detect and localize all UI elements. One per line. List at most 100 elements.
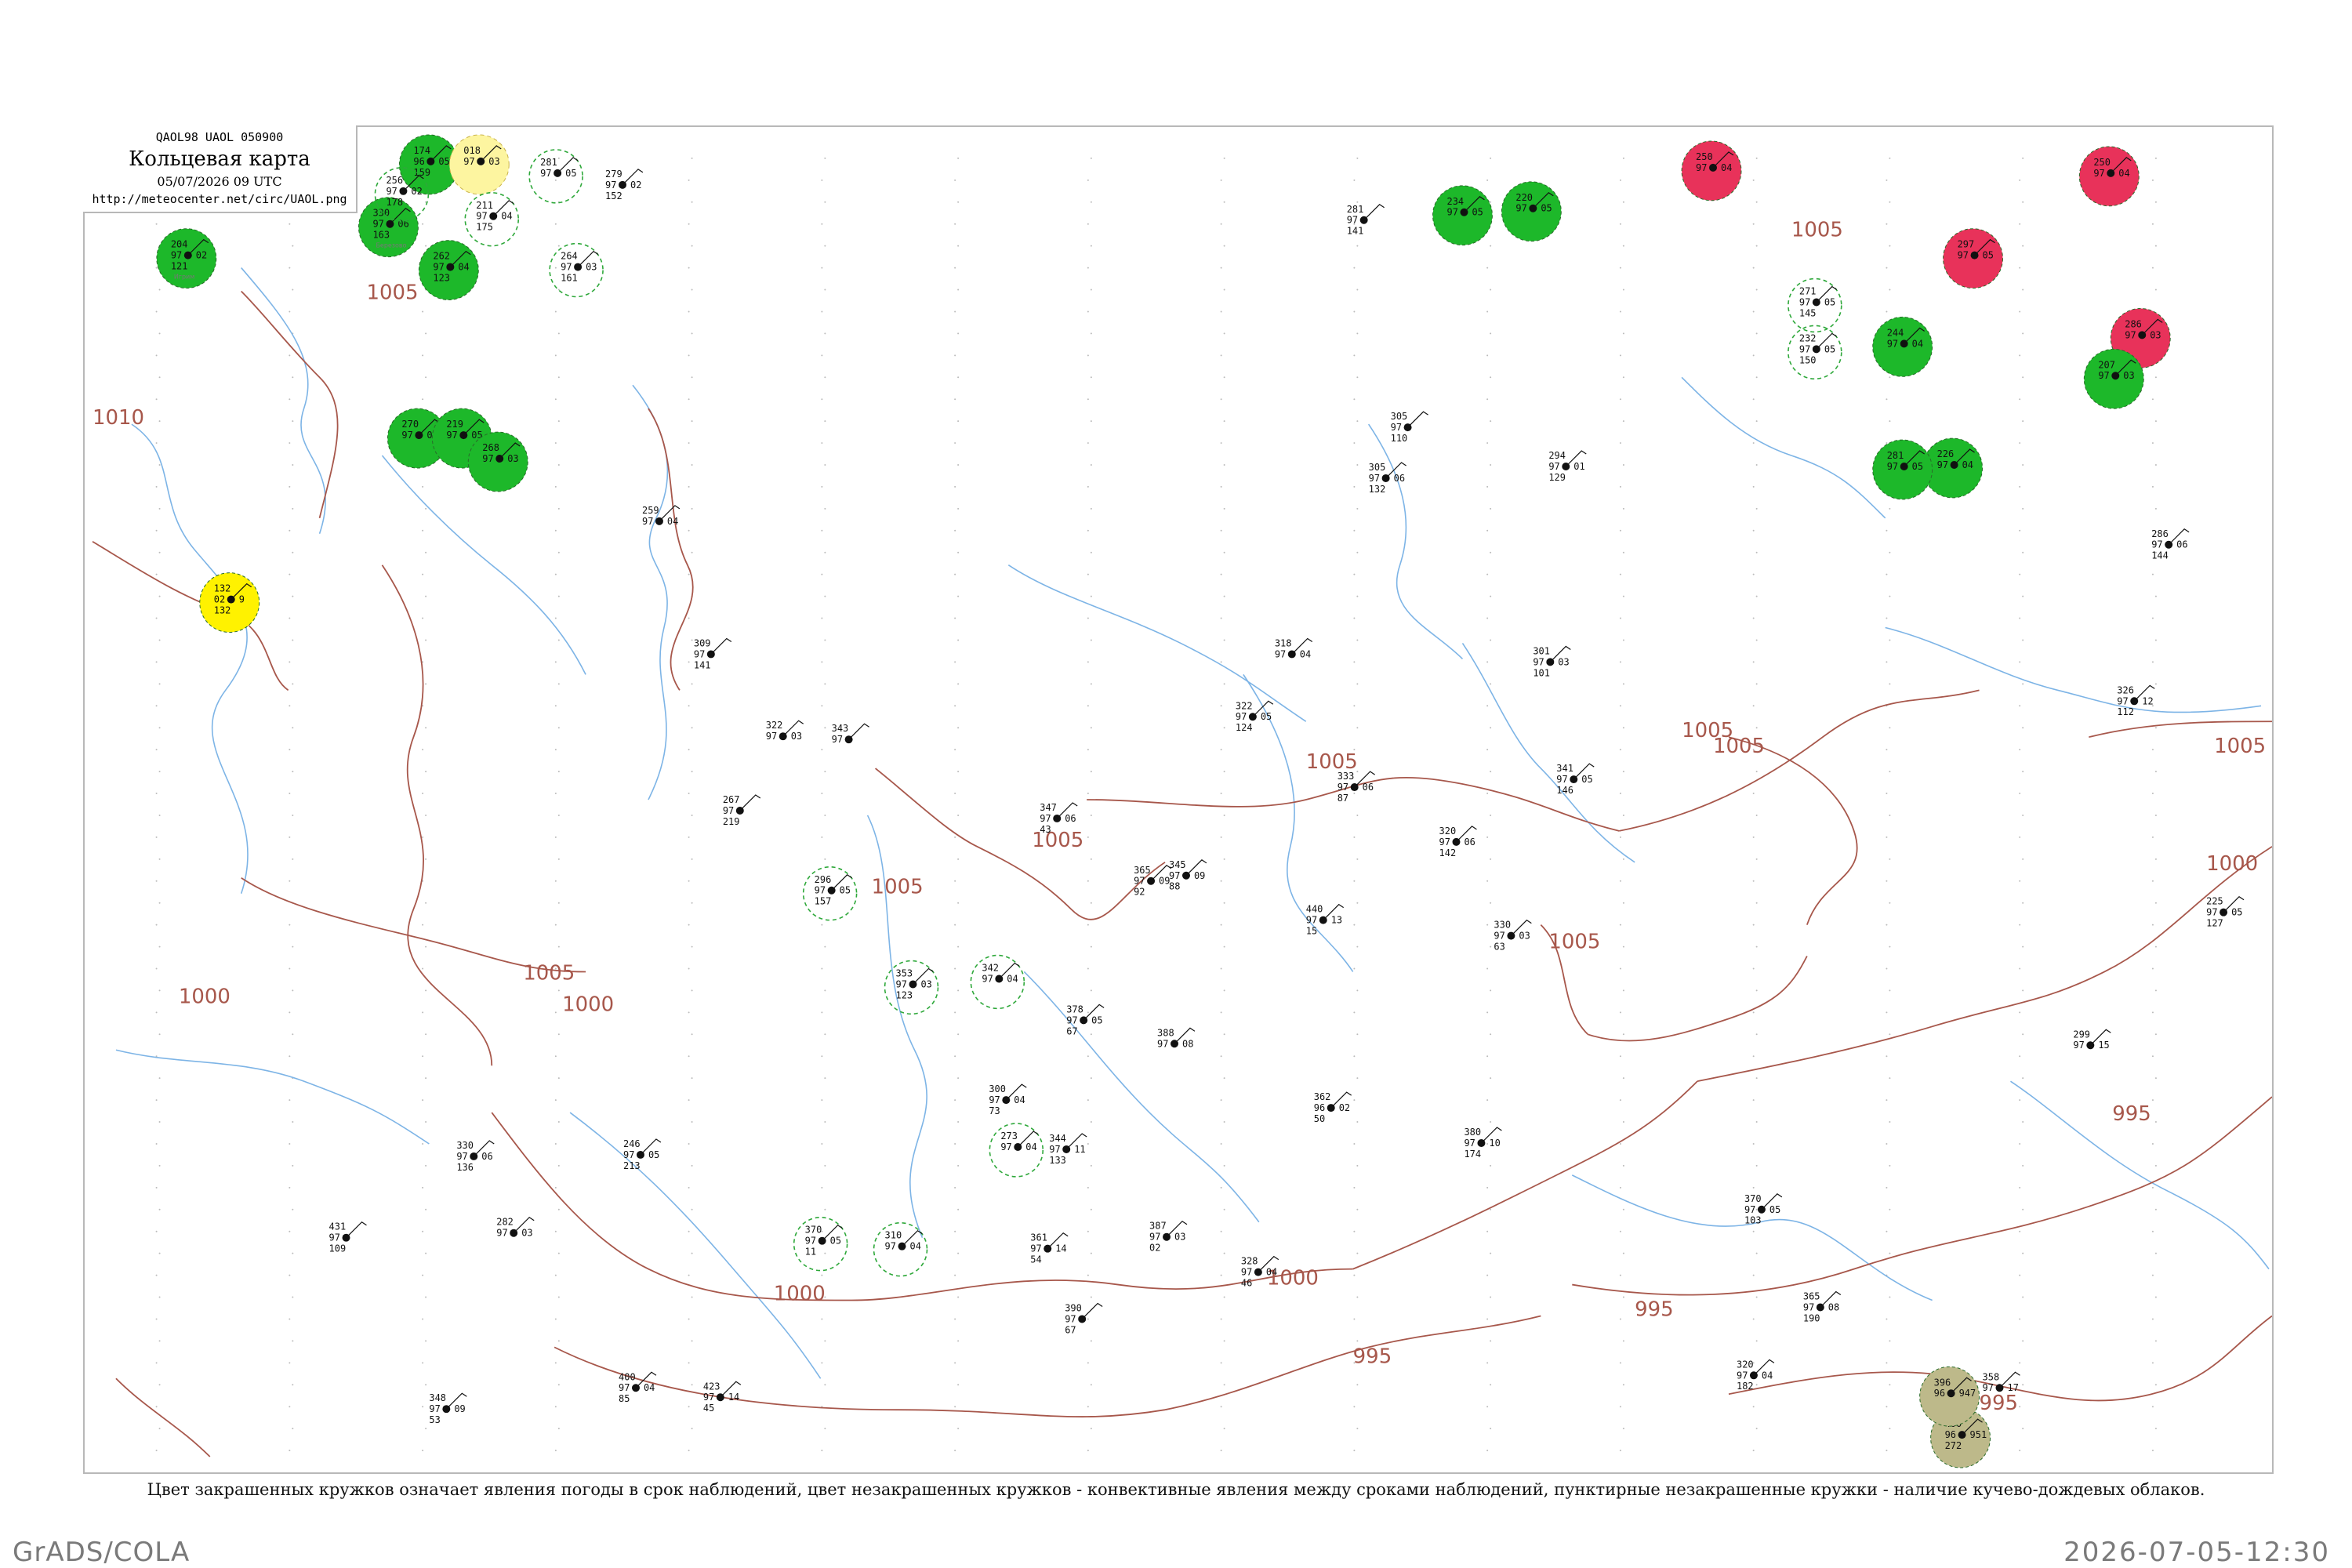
station-temp: 97 <box>1030 1243 1041 1254</box>
grid-dot <box>1087 354 1089 357</box>
grid-dot <box>691 683 693 685</box>
grid-dot <box>824 1164 826 1167</box>
station-marker: 29497 01 129 <box>1548 450 1587 483</box>
grid-dot <box>422 1011 424 1014</box>
grid-dot <box>1886 223 1888 225</box>
grid-dot <box>1752 398 1755 401</box>
grid-dot <box>1752 793 1755 795</box>
grid-dot <box>1755 289 1758 291</box>
grid-dot <box>688 1186 690 1189</box>
station-visibility: 67 <box>1065 1324 1076 1335</box>
grid-dot <box>2151 1450 2154 1452</box>
grid-dot <box>1356 814 1359 816</box>
grid-dot <box>292 420 294 423</box>
grid-dot <box>1087 529 1089 532</box>
grid-dot <box>957 1077 960 1080</box>
grid-dot <box>954 1142 956 1145</box>
station-visibility: 146 <box>1556 785 1573 796</box>
grid-dot <box>691 814 693 816</box>
station-marker: 36296 02 50 <box>1314 1091 1352 1124</box>
station-visibility: 157 <box>815 896 832 907</box>
map-header: QAOL98 UAOL 050900 Кольцевая карта 05/07… <box>83 125 358 213</box>
grid-dot <box>688 617 690 619</box>
grid-dot <box>2022 1384 2024 1386</box>
grid-dot <box>1090 595 1092 597</box>
grid-dot <box>1486 485 1489 488</box>
grid-dot <box>1353 310 1356 313</box>
grid-dot <box>2151 880 2154 882</box>
station-dewpoint: 11 <box>1074 1144 1085 1155</box>
station-temp: 02 <box>214 594 225 605</box>
grid-dot <box>2151 1055 2154 1058</box>
grid-dot <box>155 267 158 269</box>
station-pressure: 347 <box>1040 802 1057 813</box>
grid-dot <box>2151 1406 2154 1408</box>
grid-dot <box>155 485 158 488</box>
grid-dot <box>821 223 823 225</box>
grid-dot <box>1353 1450 1356 1452</box>
station-visibility: 63 <box>1494 942 1504 953</box>
grid-dot <box>1619 442 1621 445</box>
station-marker: 39696 947 <box>1919 1366 1980 1427</box>
station-temp: 97 <box>1439 837 1450 848</box>
station-visibility: 182 <box>1737 1381 1754 1392</box>
grid-dot <box>2151 1142 2154 1145</box>
grid-dot <box>1889 683 1891 685</box>
grid-dot <box>2022 201 2024 203</box>
grid-dot <box>155 705 158 707</box>
grid-dot <box>158 1208 161 1210</box>
grid-dot <box>1090 245 1092 247</box>
grid-dot <box>554 1230 557 1232</box>
station-dewpoint: 03 <box>1519 931 1530 942</box>
station-pressure: 358 <box>1983 1371 2000 1382</box>
grid-dot <box>1889 902 1891 904</box>
grid-dot <box>1087 223 1089 225</box>
grid-dot <box>1090 989 1092 992</box>
grid-dot <box>688 1055 690 1058</box>
station-pressure: 297 <box>1958 239 1975 250</box>
grid-dot <box>2022 289 2024 291</box>
grid-dot <box>422 793 424 795</box>
grid-dot <box>1490 289 1492 291</box>
grid-dot <box>425 902 427 904</box>
grid-dot <box>1622 245 1624 247</box>
isobar-label: 1005 <box>1548 931 1600 954</box>
grid-dot <box>158 289 161 291</box>
grid-dot <box>1755 420 1758 423</box>
station-temp: 97 <box>694 648 705 659</box>
isobar-label: 1005 <box>2214 735 2266 758</box>
grid-dot <box>1353 880 1356 882</box>
grid-dot <box>1356 1077 1359 1080</box>
station-temp: 97 <box>1494 931 1504 942</box>
station-marker: 28197141 <box>1347 204 1385 237</box>
grid-dot <box>1619 1055 1621 1058</box>
grid-dot <box>1486 617 1489 619</box>
grid-dot <box>155 442 158 445</box>
grid-dot <box>1087 793 1089 795</box>
isobar-line <box>241 877 586 973</box>
station-temp: 97 <box>1236 711 1247 722</box>
station-dewpoint: 14 <box>728 1392 739 1403</box>
grid-dot <box>425 245 427 247</box>
grid-dot <box>554 310 557 313</box>
grid-dot <box>292 245 294 247</box>
grid-dot <box>691 771 693 773</box>
station-pressure: 264 <box>561 251 578 262</box>
grid-dot <box>422 310 424 313</box>
grid-dot <box>2019 1142 2021 1145</box>
station-temp: 97 <box>1157 1038 1168 1049</box>
grid-dot <box>425 771 427 773</box>
grid-dot <box>292 814 294 816</box>
grid-dot <box>1353 442 1356 445</box>
station-dewpoint: 05 <box>1912 461 1923 472</box>
station-temp: 97 <box>723 805 734 816</box>
grid-dot <box>1886 967 1888 970</box>
grid-dot <box>1220 1318 1222 1320</box>
grid-dot <box>1223 1164 1225 1167</box>
grid-dot <box>289 485 291 488</box>
grid-dot <box>289 1142 291 1145</box>
station-marker: 34397 <box>832 723 869 745</box>
grid-dot <box>957 507 960 510</box>
grid-dot <box>289 880 291 882</box>
grid-dot <box>1622 989 1624 992</box>
